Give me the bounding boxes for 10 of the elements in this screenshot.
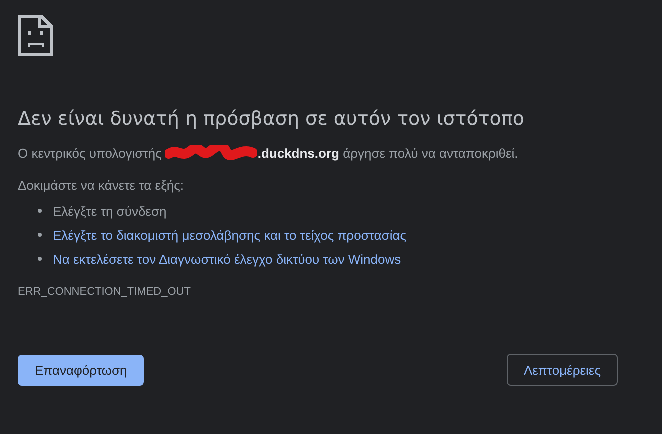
suggestions-heading: Δοκιμάστε να κάνετε τα εξής: [18, 178, 185, 193]
error-heading: Δεν είναι δυνατή η πρόσβαση σε αυτόν τον ιστότοπο [18, 107, 526, 131]
error-message: Ο κεντρικός υπολογιστής [18, 146, 162, 160]
details-button[interactable]: Λεπτομέρειες [506, 354, 618, 386]
suggestion-text: Ελέγξτε τη σύνδεση [53, 204, 167, 218]
error-code: ERR_CONNECTION_TIMED_OUT [18, 286, 192, 298]
error-message: .duckdns.org άργησε πολύ να ανταποκριθεί. [258, 146, 518, 160]
suggestion-link[interactable]: Ελέγξτε το διακομιστή μεσολάβησης και το τείχος προστασίας [53, 228, 406, 242]
suggestion-link[interactable]: Να εκτελέσετε τον Διαγνωστικό έλεγχο δικτύου των Windows [53, 252, 402, 266]
reload-button[interactable]: Επαναφόρτωση [18, 354, 144, 386]
